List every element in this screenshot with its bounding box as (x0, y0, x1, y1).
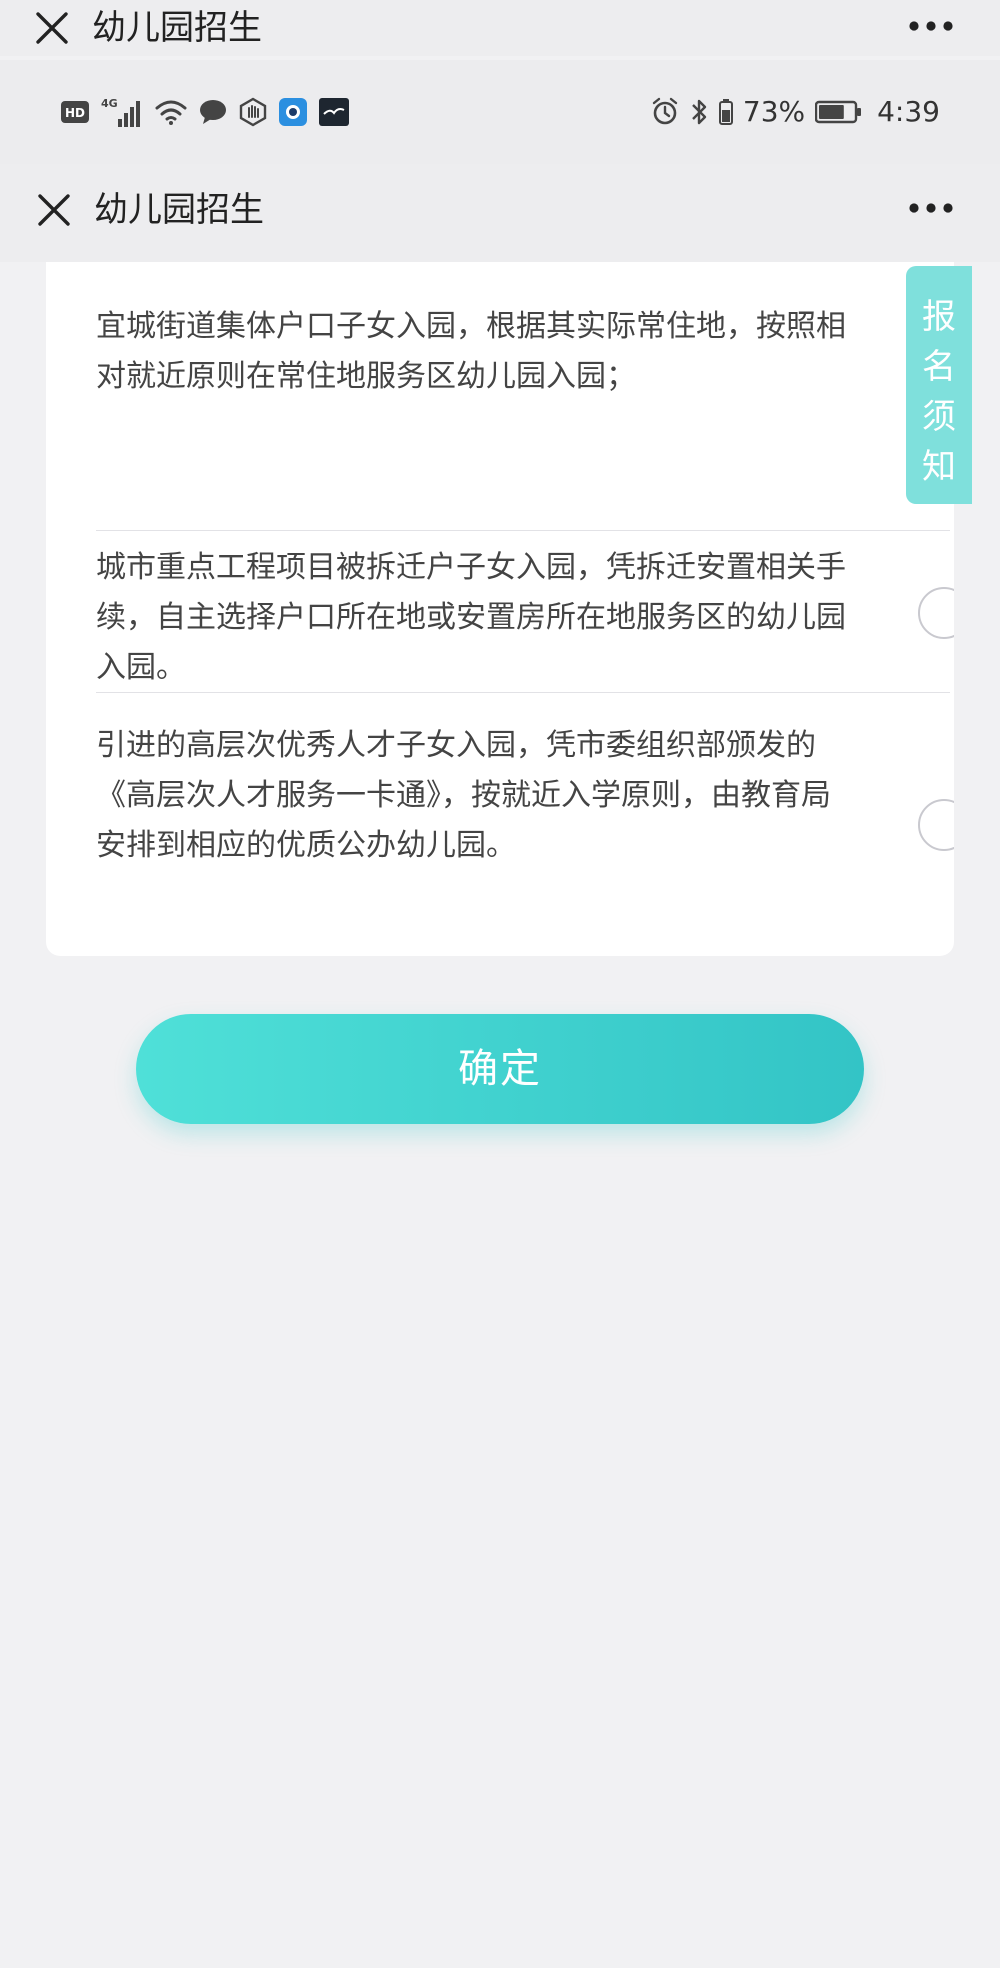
app-icon-blue (279, 98, 307, 126)
page-title: 幼儿园招生 (94, 190, 264, 230)
alarm-icon (652, 97, 678, 125)
close-icon[interactable] (34, 190, 74, 230)
option-text-1: 宜城街道集体户口子女入园，根据其实际常住地，按照相对就近原则在常住地服务区幼儿园… (96, 309, 846, 394)
battery-icon (815, 100, 862, 124)
notice-tab-char: 名 (922, 347, 956, 387)
more-icon[interactable] (906, 190, 956, 226)
close-icon[interactable] (32, 8, 72, 48)
hand-icon (239, 97, 267, 127)
confirm-button[interactable]: 确定 (136, 1014, 864, 1124)
status-bar: HD 4G 73% 4:39 (0, 60, 1000, 164)
option-item-3[interactable]: 引进的高层次优秀人才子女入园，凭市委组织部颁发的《高层次人才服务一卡通》，按就近… (96, 693, 954, 913)
option-text-3: 引进的高层次优秀人才子女入园，凭市委组织部颁发的《高层次人才服务一卡通》，按就近… (96, 728, 831, 863)
bluetooth-icon (692, 99, 707, 125)
radio-button-2[interactable] (918, 587, 954, 639)
radio-button-3[interactable] (918, 799, 954, 851)
notice-tab-char: 报 (922, 297, 956, 337)
hd-icon: HD (61, 101, 89, 123)
notice-tab-char: 知 (922, 447, 956, 487)
more-icon[interactable] (906, 8, 956, 44)
battery-small-icon (718, 99, 733, 125)
signal-4g-icon: 4G (101, 97, 140, 127)
network-label: 4G (101, 97, 118, 110)
chat-bubble-icon (200, 100, 226, 124)
battery-percent: 73% (742, 95, 806, 128)
ghost-title-bar: 幼儿园招生 (0, 0, 1000, 56)
notice-tab-char: 须 (922, 397, 956, 437)
option-item-2[interactable]: 城市重点工程项目被拆迁户子女入园，凭拆迁安置相关手续，自主选择户口所在地或安置房… (96, 531, 954, 691)
bird-app-icon (319, 98, 349, 126)
status-time: 4:39 (877, 95, 940, 128)
option-item-1[interactable]: 宜城街道集体户口子女入园，根据其实际常住地，按照相对就近原则在常住地服务区幼儿园… (96, 262, 954, 530)
option-text-2: 城市重点工程项目被拆迁户子女入园，凭拆迁安置相关手续，自主选择户口所在地或安置房… (96, 550, 846, 685)
ghost-page-title: 幼儿园招生 (92, 8, 262, 48)
hd-label: HD (65, 106, 85, 120)
options-card: 宜城街道集体户口子女入园，根据其实际常住地，按照相对就近原则在常住地服务区幼儿园… (46, 262, 954, 956)
app-header: 幼儿园招生 (0, 164, 1000, 262)
wifi-icon (155, 100, 187, 125)
registration-notice-tab[interactable]: 报 名 须 知 (906, 266, 972, 504)
